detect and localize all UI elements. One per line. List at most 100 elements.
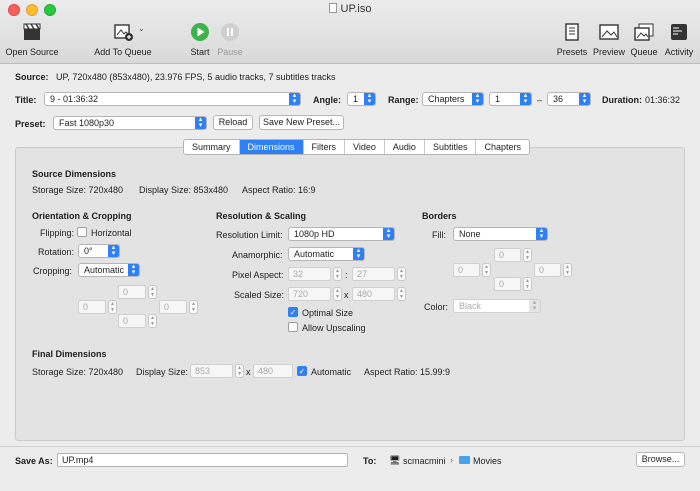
- folder-icon: [459, 456, 470, 464]
- automatic-label: Automatic: [311, 367, 352, 377]
- tab-summary[interactable]: Summary: [184, 140, 240, 154]
- save-new-preset-button[interactable]: Save New Preset...: [259, 115, 344, 130]
- preview-button[interactable]: Preview: [592, 22, 626, 57]
- chevron-updown-icon: ▴ ▾: [195, 116, 206, 129]
- chevron-updown-icon: ▴ ▾: [579, 92, 590, 105]
- border-top-field[interactable]: 0: [494, 248, 521, 262]
- pause-button[interactable]: Pause: [216, 22, 244, 57]
- angle-popup[interactable]: 1 ▴ ▾: [347, 92, 376, 106]
- anamorphic-popup[interactable]: Automatic ▴ ▾: [288, 247, 365, 261]
- border-bottom-stepper[interactable]: ▲ ▼: [523, 277, 532, 291]
- flipping-label: Flipping:: [40, 228, 75, 238]
- fill-popup[interactable]: None ▴ ▾: [453, 227, 548, 241]
- tab-audio[interactable]: Audio: [385, 140, 425, 154]
- title-popup[interactable]: 9 - 01:36:32 ▴ ▾: [44, 92, 301, 106]
- anamorphic-label: Anamorphic:: [232, 250, 283, 260]
- computer-icon: 🖥: [389, 455, 401, 465]
- display-width-stepper[interactable]: ▲ ▼: [235, 364, 244, 378]
- bottom-divider: [0, 446, 700, 447]
- destination-computer[interactable]: scmacmini: [403, 456, 446, 466]
- tab-chapters[interactable]: Chapters: [476, 140, 529, 154]
- border-color-popup[interactable]: Black ▴ ▾: [453, 299, 541, 313]
- chevron-updown-icon: ▴ ▾: [108, 244, 119, 257]
- automatic-checkbox[interactable]: ✓: [297, 366, 307, 376]
- pixel-aspect-height-stepper[interactable]: ▲ ▼: [397, 267, 406, 281]
- save-as-label: Save As:: [15, 456, 53, 466]
- source-dimensions-heading: Source Dimensions: [32, 169, 117, 179]
- save-as-field[interactable]: UP.mp4: [57, 453, 348, 467]
- tab-filters[interactable]: Filters: [304, 140, 346, 154]
- crop-left-stepper[interactable]: ▲ ▼: [108, 300, 117, 314]
- crop-right-field[interactable]: 0: [159, 300, 187, 314]
- cropping-popup[interactable]: Automatic ▴ ▾: [78, 263, 140, 277]
- source-info: UP, 720x480 (853x480), 23.976 FPS, 5 aud…: [56, 72, 336, 82]
- fill-label: Fill:: [432, 230, 446, 240]
- chevron-updown-icon: ▴ ▾: [289, 92, 300, 105]
- source-storage-size: Storage Size: 720x480: [32, 185, 124, 195]
- range-type-popup[interactable]: Chapters ▴ ▾: [422, 92, 484, 106]
- source-label: Source:: [15, 72, 49, 82]
- activity-button[interactable]: Activity: [662, 22, 696, 57]
- presets-button[interactable]: Presets: [556, 22, 588, 57]
- chevron-updown-icon: ▴ ▾: [536, 227, 547, 240]
- open-source-button[interactable]: Open Source: [5, 22, 59, 57]
- border-bottom-field[interactable]: 0: [494, 277, 521, 291]
- start-button[interactable]: Start: [186, 22, 214, 57]
- pixel-aspect-width-stepper[interactable]: ▲ ▼: [333, 267, 342, 281]
- scaled-height-stepper[interactable]: ▲ ▼: [397, 287, 406, 301]
- scaled-width-stepper[interactable]: ▲ ▼: [333, 287, 342, 301]
- range-end-popup[interactable]: 36 ▴ ▾: [547, 92, 591, 106]
- queue-button[interactable]: Queue: [628, 22, 660, 57]
- tab-dimensions[interactable]: Dimensions: [239, 140, 304, 154]
- final-dimensions-heading: Final Dimensions: [32, 349, 107, 359]
- scaled-height-field[interactable]: 480: [352, 287, 395, 301]
- allow-upscaling-checkbox[interactable]: [288, 322, 298, 332]
- pixel-aspect-height-field[interactable]: 27: [352, 267, 395, 281]
- display-x: x: [246, 367, 251, 377]
- tab-subtitles[interactable]: Subtitles: [425, 140, 477, 154]
- range-start-popup[interactable]: 1 ▴ ▾: [489, 92, 532, 106]
- crop-bottom-stepper[interactable]: ▲ ▼: [148, 314, 157, 328]
- activity-icon: [671, 24, 687, 40]
- color-label: Color:: [424, 302, 449, 312]
- tab-bar: Summary Dimensions Filters Video Audio S…: [183, 139, 530, 155]
- chevron-down-icon[interactable]: ⌄: [138, 24, 145, 33]
- reload-button[interactable]: Reload: [213, 115, 253, 130]
- border-right-field[interactable]: 0: [534, 263, 561, 277]
- add-queue-icon: [114, 24, 133, 41]
- pixel-aspect-width-field[interactable]: 32: [288, 267, 331, 281]
- angle-label: Angle:: [313, 95, 341, 105]
- cropping-label: Cropping:: [33, 266, 73, 276]
- duration-value: 01:36:32: [645, 95, 681, 105]
- crop-left-field[interactable]: 0: [78, 300, 106, 314]
- allow-upscaling-label: Allow Upscaling: [302, 323, 366, 333]
- optimal-size-checkbox[interactable]: ✓: [288, 307, 298, 317]
- chevron-updown-icon: ▴ ▾: [364, 92, 375, 105]
- display-width-field[interactable]: 853: [190, 364, 233, 378]
- browse-button[interactable]: Browse...: [636, 452, 685, 467]
- chevron-updown-icon: ▴ ▾: [128, 263, 139, 276]
- border-top-stepper[interactable]: ▲ ▼: [523, 248, 532, 262]
- rotation-popup[interactable]: 0° ▴ ▾: [78, 244, 120, 258]
- duration-label: Duration:: [602, 95, 642, 105]
- range-dash: –: [537, 95, 543, 105]
- border-right-stepper[interactable]: ▲ ▼: [563, 263, 572, 277]
- border-left-field[interactable]: 0: [453, 263, 480, 277]
- tab-video[interactable]: Video: [345, 140, 385, 154]
- crop-top-stepper[interactable]: ▲ ▼: [148, 285, 157, 299]
- border-left-stepper[interactable]: ▲ ▼: [482, 263, 491, 277]
- preset-popup[interactable]: Fast 1080p30 ▴ ▾: [53, 116, 207, 130]
- crop-bottom-field[interactable]: 0: [118, 314, 146, 328]
- display-height-field[interactable]: 480: [253, 364, 293, 378]
- final-storage-size: Storage Size: 720x480: [32, 367, 124, 377]
- crop-right-stepper[interactable]: ▲ ▼: [189, 300, 198, 314]
- destination-folder[interactable]: Movies: [473, 456, 502, 466]
- resolution-limit-popup[interactable]: 1080p HD ▴ ▾: [288, 227, 395, 241]
- chevron-updown-icon: ▴ ▾: [353, 247, 364, 260]
- pixel-aspect-label: Pixel Aspect:: [232, 270, 284, 280]
- title-label: Title:: [15, 95, 37, 105]
- horizontal-checkbox[interactable]: [77, 227, 87, 237]
- crop-top-field[interactable]: 0: [118, 285, 146, 299]
- scaled-width-field[interactable]: 720: [288, 287, 331, 301]
- scaled-size-label: Scaled Size:: [234, 290, 285, 300]
